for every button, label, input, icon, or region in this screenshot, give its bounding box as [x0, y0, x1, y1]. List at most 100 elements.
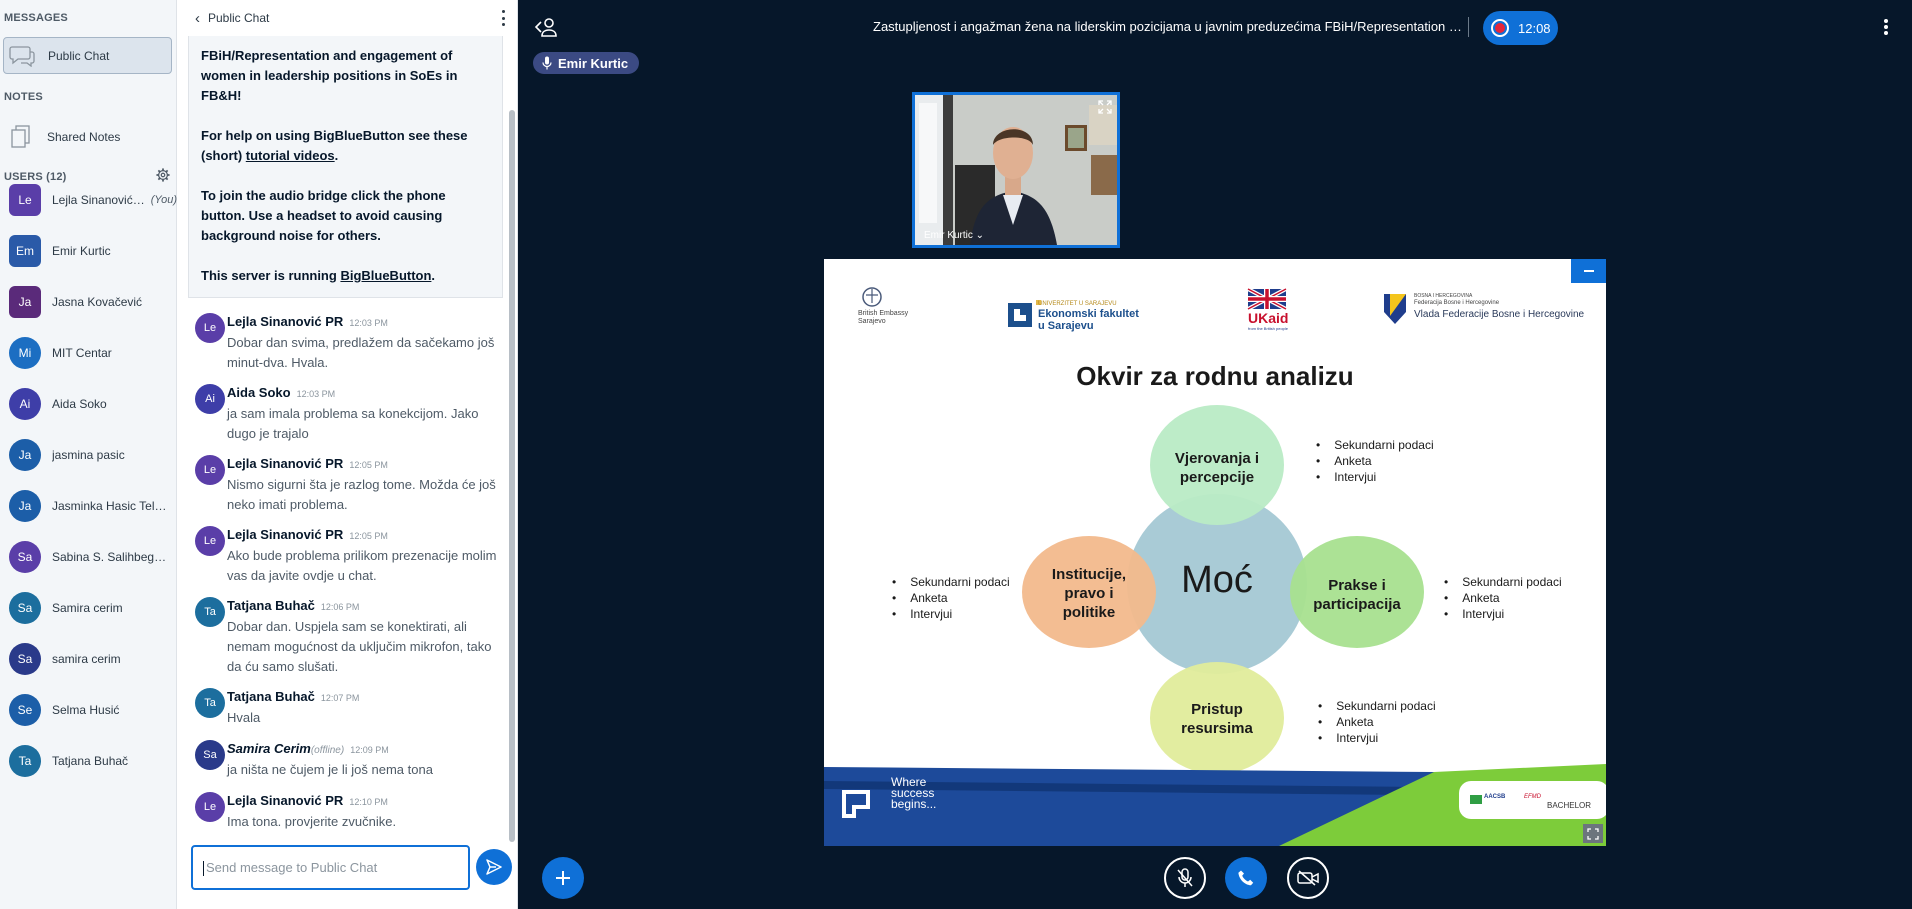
- webcam-video[interactable]: Emir Kurtic ⌄: [912, 92, 1120, 248]
- chat-scrollbar[interactable]: [509, 110, 515, 842]
- right-label: Prakse i participacija: [1313, 577, 1401, 613]
- message-time: 12:07 PM: [320, 693, 360, 703]
- more-options-icon[interactable]: [1884, 19, 1888, 35]
- user-name: Tatjana Buhač: [52, 754, 129, 768]
- actions-button[interactable]: [542, 857, 584, 899]
- left-label: Institucije, pravo i politike: [1051, 566, 1127, 621]
- message-header: Tatjana Buhač 12:07 PM: [227, 688, 359, 706]
- mute-microphone-button[interactable]: [1164, 857, 1206, 899]
- meeting-title: Zastupljenost i angažman žena na lidersk…: [873, 19, 1462, 34]
- user-list-item[interactable]: Le Lejla Sinanović … (You): [0, 180, 177, 220]
- message-time: 12:03 PM: [296, 389, 336, 399]
- presentation-slide[interactable]: British Embassy Sarajevo UNIVERZITET U S…: [824, 259, 1606, 846]
- public-chat-nav-item[interactable]: Public Chat: [3, 37, 172, 74]
- bachelor-badge: BACHELOR: [1547, 801, 1592, 810]
- bullets-left: Sekundarni podaciAnketaIntervjui: [892, 574, 1009, 622]
- avatar: Se: [9, 694, 41, 726]
- avatar: Mi: [9, 337, 41, 369]
- microphone-muted-icon: [1177, 868, 1193, 887]
- avatar: Le: [195, 792, 225, 822]
- public-chat-label: Public Chat: [48, 48, 110, 63]
- webcam-feed-image: [915, 95, 1117, 245]
- expand-icon[interactable]: [1098, 100, 1112, 114]
- user-list-item[interactable]: Ta Tatjana Buhač: [0, 741, 177, 781]
- british-embassy-logo: [862, 287, 882, 307]
- phone-icon: [1238, 870, 1254, 886]
- message-sender: Lejla Sinanović PR: [227, 314, 344, 329]
- avatar: Ta: [9, 745, 41, 777]
- user-name: MIT Centar: [52, 346, 112, 360]
- user-name: Sabina S. Salihbegovic: [52, 550, 172, 564]
- chat-options-icon[interactable]: [502, 10, 506, 26]
- user-name: Jasna Kovačević: [52, 295, 143, 309]
- tutorial-videos-link[interactable]: tutorial videos: [246, 148, 335, 163]
- user-list-item[interactable]: Sa Sabina S. Salihbegovic: [0, 537, 177, 577]
- help-text: For help on using BigBlueButton see thes…: [201, 128, 468, 163]
- avatar: Le: [195, 455, 225, 485]
- message-sender: Lejla Sinanović PR: [227, 793, 344, 808]
- chevron-left-icon[interactable]: ‹: [195, 10, 200, 27]
- user-name: Emir Kurtic: [52, 244, 111, 258]
- message-time: 12:10 PM: [349, 797, 388, 807]
- message-sender: Lejla Sinanović PR: [227, 456, 344, 471]
- message-header: Samira Cerim(offline) 12:09 PM: [227, 740, 389, 758]
- avatar: Le: [9, 184, 41, 216]
- avatar: Ja: [9, 286, 41, 318]
- aacsb-badge: AACSB: [1484, 794, 1506, 800]
- microphone-icon: [542, 56, 552, 70]
- message-sender: Lejla Sinanović PR: [227, 527, 344, 542]
- send-icon: [486, 859, 502, 875]
- avatar: Sa: [195, 740, 225, 770]
- message-text: Hvala: [227, 710, 261, 725]
- message-text: ja ništa ne čujem je li još nema tona: [227, 762, 433, 777]
- fbih-coat-of-arms: [1384, 294, 1406, 324]
- welcome-message: FBiH/Representation and engagement of wo…: [188, 36, 503, 298]
- message-text: ja sam imala problema sa konekcijom. Jak…: [227, 406, 479, 441]
- user-list-item[interactable]: Sa samira cerim: [0, 639, 177, 679]
- avatar: Ja: [9, 490, 41, 522]
- notes-section-title: NOTES: [4, 91, 43, 103]
- webcam-username[interactable]: Emir Kurtic ⌄: [924, 230, 984, 241]
- leave-audio-button[interactable]: [1225, 857, 1267, 899]
- efmd-badge: EFMD: [1524, 794, 1541, 800]
- user-list-item[interactable]: Em Emir Kurtic: [0, 231, 177, 271]
- chat-title[interactable]: Public Chat: [208, 11, 269, 25]
- chat-message-input[interactable]: Send message to Public Chat: [191, 845, 470, 890]
- user-list-item[interactable]: Ai Aida Soko: [0, 384, 177, 424]
- user-list-item[interactable]: Sa Samira cerim: [0, 588, 177, 628]
- send-message-button[interactable]: [476, 849, 512, 885]
- user-name: Selma Husić: [52, 703, 120, 717]
- header-divider: [1468, 17, 1469, 37]
- presentation-area: Zastupljenost i angažman žena na lidersk…: [518, 0, 1912, 909]
- avatar: Sa: [9, 643, 41, 675]
- message-header: Lejla Sinanović PR 12:03 PM: [227, 313, 388, 331]
- fullscreen-button[interactable]: [1583, 824, 1603, 843]
- share-webcam-button[interactable]: [1287, 857, 1329, 899]
- avatar: Ai: [9, 388, 41, 420]
- recording-indicator[interactable]: 12:08: [1483, 11, 1558, 45]
- server-text: This server is running BigBlueButton.: [201, 268, 436, 283]
- chat-icon: [4, 45, 40, 67]
- message-sender: Tatjana Buhač: [227, 689, 315, 704]
- talker-name: Emir Kurtic: [558, 55, 629, 71]
- user-list-item[interactable]: Ja Jasminka Hasic Telal…: [0, 486, 177, 526]
- bullets-right: Sekundarni podaciAnketaIntervjui: [1444, 574, 1561, 622]
- record-icon: [1491, 19, 1509, 37]
- messages-section-title: MESSAGES: [4, 12, 68, 24]
- user-list-item[interactable]: Ja Jasna Kovačević: [0, 282, 177, 322]
- avatar: Ai: [195, 384, 225, 414]
- user-list-sidebar: MESSAGES Public Chat NOTES Shared Notes …: [0, 0, 177, 909]
- bigbluebutton-link[interactable]: BigBlueButton: [340, 268, 431, 283]
- message-text: Nismo sigurni šta je razlog tome. Možda …: [227, 477, 496, 512]
- message-header: Aida Soko 12:03 PM: [227, 384, 335, 402]
- user-list-item[interactable]: Ja jasmina pasic: [0, 435, 177, 475]
- user-list-item[interactable]: Se Selma Husić: [0, 690, 177, 730]
- message-sender: Aida Soko: [227, 385, 291, 400]
- message-time: 12:09 PM: [350, 745, 389, 755]
- toggle-user-list-icon[interactable]: [534, 16, 558, 38]
- shared-notes-nav-item[interactable]: Shared Notes: [3, 118, 172, 155]
- minimize-presentation-button[interactable]: [1571, 259, 1606, 283]
- message-time: 12:03 PM: [349, 318, 388, 328]
- user-list-item[interactable]: Mi MIT Centar: [0, 333, 177, 373]
- message-text: Dobar dan svima, predlažem da sačekamo j…: [227, 335, 495, 370]
